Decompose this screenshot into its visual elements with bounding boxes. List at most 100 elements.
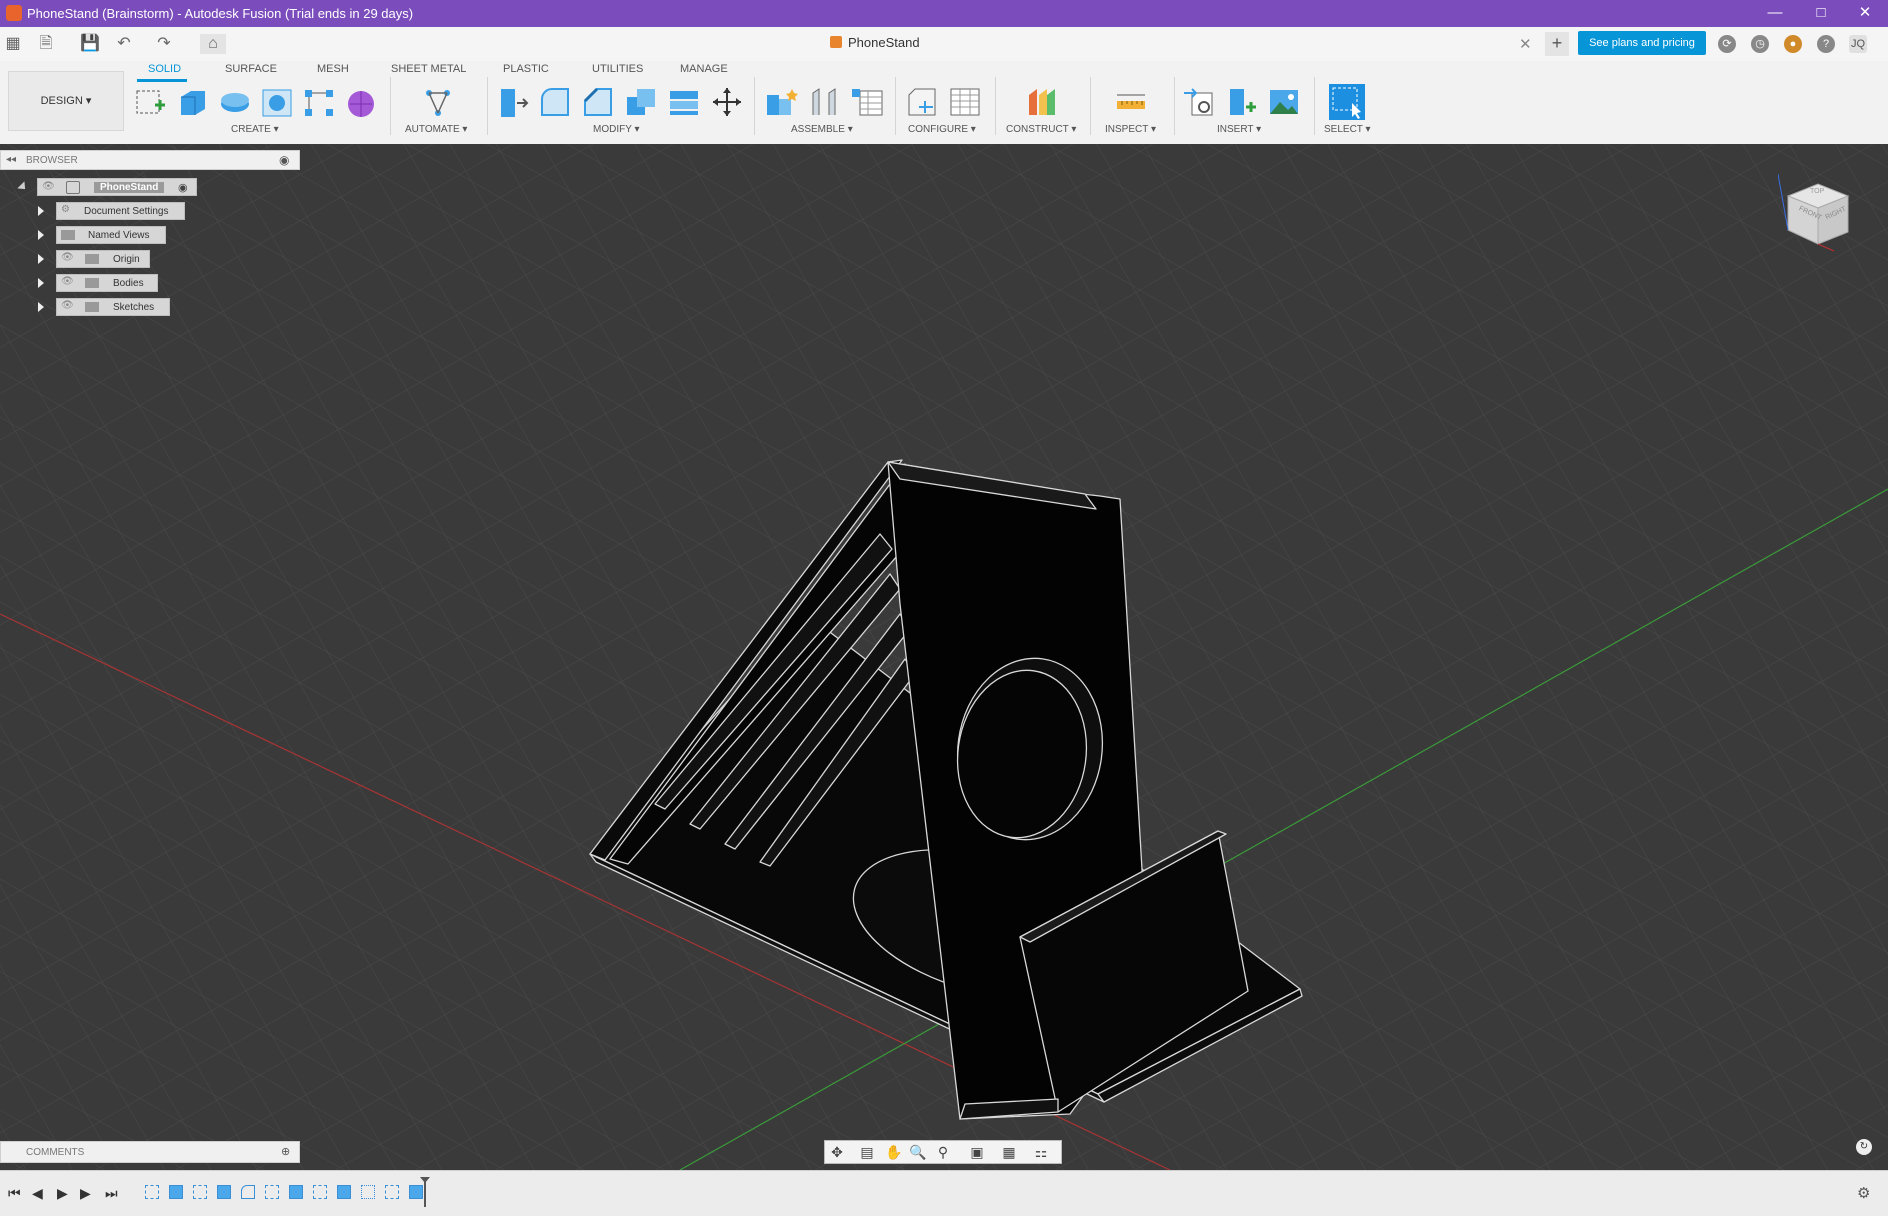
go-to-start-icon[interactable]: ⏮ bbox=[8, 1185, 21, 1202]
extrude-icon[interactable] bbox=[175, 85, 209, 119]
group-inspect-label[interactable]: INSPECT ▾ bbox=[1105, 124, 1156, 135]
group-construct-label[interactable]: CONSTRUCT ▾ bbox=[1006, 124, 1076, 135]
hole-icon[interactable] bbox=[260, 85, 294, 119]
browser-item-origin[interactable]: 👁 Origin bbox=[56, 250, 150, 268]
insert-mcmaster-icon[interactable] bbox=[1224, 85, 1258, 119]
tab-utilities[interactable]: UTILITIES bbox=[592, 63, 643, 75]
press-pull-icon[interactable] bbox=[495, 85, 529, 119]
close-tab-icon[interactable]: ✕ bbox=[1519, 35, 1532, 53]
steering-wheel-icon[interactable]: ↻ bbox=[1856, 1139, 1872, 1155]
move-icon[interactable] bbox=[710, 85, 744, 119]
form-icon[interactable] bbox=[344, 85, 378, 119]
job-status-icon[interactable]: ◷ bbox=[1751, 35, 1769, 53]
browser-item-named-views[interactable]: Named Views bbox=[56, 226, 166, 244]
revolve-icon[interactable] bbox=[218, 85, 252, 119]
expand-icon[interactable] bbox=[38, 230, 44, 240]
maximize-icon[interactable]: □ bbox=[1798, 0, 1844, 27]
joint-icon[interactable] bbox=[807, 85, 841, 119]
see-plans-button[interactable]: See plans and pricing bbox=[1578, 31, 1706, 55]
close-icon[interactable]: ✕ bbox=[1842, 0, 1888, 27]
timeline-extrude-feature[interactable] bbox=[217, 1185, 231, 1199]
grid-icon[interactable]: ▦ bbox=[1001, 1144, 1017, 1160]
home-icon[interactable]: ⌂ bbox=[200, 34, 226, 54]
orbit-icon[interactable]: ✥ bbox=[829, 1144, 845, 1160]
workspace-switcher[interactable]: DESIGN ▾ bbox=[8, 71, 124, 131]
timeline-sketch-feature[interactable] bbox=[265, 1185, 279, 1199]
notifications-icon[interactable]: ● bbox=[1784, 35, 1802, 53]
collapse-browser-icon[interactable]: ◂◂ bbox=[6, 154, 16, 165]
browser-pin-icon[interactable]: ◉ bbox=[279, 153, 289, 167]
tab-manage[interactable]: MANAGE bbox=[680, 63, 728, 75]
go-to-end-icon[interactable]: ⏭ bbox=[105, 1185, 118, 1202]
document-tab[interactable]: PhoneStand bbox=[830, 35, 920, 50]
configuration-table-icon[interactable] bbox=[948, 85, 982, 119]
timeline-extrude-feature[interactable] bbox=[337, 1185, 351, 1199]
activate-radio-icon[interactable]: ◉ bbox=[178, 181, 188, 194]
group-select-label[interactable]: SELECT ▾ bbox=[1324, 124, 1371, 135]
new-component-icon[interactable] bbox=[764, 85, 798, 119]
help-icon[interactable]: ? bbox=[1817, 35, 1835, 53]
fillet-icon[interactable] bbox=[538, 85, 572, 119]
timeline-extrude-feature[interactable] bbox=[289, 1185, 303, 1199]
combine-icon[interactable] bbox=[624, 85, 658, 119]
extensions-icon[interactable]: ⟳ bbox=[1718, 35, 1736, 53]
3d-viewport[interactable]: FRONT RIGHT TOP ↻ bbox=[0, 144, 1888, 1170]
timeline-fillet-feature[interactable] bbox=[241, 1185, 255, 1199]
create-sketch-icon[interactable] bbox=[133, 85, 167, 119]
pattern-icon[interactable] bbox=[302, 85, 336, 119]
zoom-icon[interactable]: 🔍 bbox=[909, 1144, 926, 1160]
group-configure-label[interactable]: CONFIGURE ▾ bbox=[908, 124, 976, 135]
timeline-marker-head[interactable] bbox=[420, 1177, 430, 1183]
offset-plane-icon[interactable] bbox=[1025, 85, 1059, 119]
timeline-marker[interactable] bbox=[424, 1179, 426, 1207]
view-cube[interactable]: FRONT RIGHT TOP bbox=[1777, 166, 1858, 256]
fit-icon[interactable]: ⚲ bbox=[935, 1144, 951, 1160]
group-assemble-label[interactable]: ASSEMBLE ▾ bbox=[791, 124, 853, 135]
shell-icon[interactable] bbox=[667, 85, 701, 119]
viewcube-top-label[interactable]: TOP bbox=[1810, 188, 1824, 195]
browser-item-sketches[interactable]: 👁 Sketches bbox=[56, 298, 170, 316]
group-modify-label[interactable]: MODIFY ▾ bbox=[593, 124, 640, 135]
pan-icon[interactable]: ✋ bbox=[885, 1144, 902, 1160]
redo-icon[interactable]: ↷ bbox=[154, 34, 174, 54]
step-forward-icon[interactable]: ▶ bbox=[80, 1185, 91, 1202]
assembly-table-icon[interactable] bbox=[850, 85, 884, 119]
expand-icon[interactable] bbox=[38, 206, 44, 216]
tab-plastic[interactable]: PLASTIC bbox=[503, 63, 549, 75]
browser-item-document-settings[interactable]: ⚙ Document Settings bbox=[56, 202, 185, 220]
user-avatar[interactable]: JQ bbox=[1849, 35, 1867, 53]
new-tab-button[interactable]: + bbox=[1545, 32, 1569, 56]
expand-icon[interactable] bbox=[38, 302, 44, 312]
configure-icon[interactable] bbox=[905, 85, 939, 119]
group-create-label[interactable]: CREATE ▾ bbox=[231, 124, 279, 135]
minimize-icon[interactable]: — bbox=[1752, 0, 1798, 27]
visibility-eye-icon[interactable]: 👁 bbox=[42, 181, 55, 192]
file-menu-icon[interactable]: 🗎 bbox=[36, 34, 56, 54]
timeline-extrude-feature[interactable] bbox=[169, 1185, 183, 1199]
visibility-eye-icon[interactable]: 👁 bbox=[61, 252, 74, 263]
group-automate-label[interactable]: AUTOMATE ▾ bbox=[405, 124, 467, 135]
add-comment-icon[interactable]: ⊕ bbox=[281, 1145, 290, 1158]
look-at-icon[interactable]: ▤ bbox=[859, 1144, 875, 1160]
timeline-pattern-feature[interactable] bbox=[361, 1185, 375, 1199]
measure-icon[interactable] bbox=[1114, 85, 1148, 119]
save-icon[interactable]: 💾 bbox=[80, 34, 100, 54]
browser-root-item[interactable]: 👁 PhoneStand ◉ bbox=[37, 178, 197, 196]
timeline-sketch-feature[interactable] bbox=[313, 1185, 327, 1199]
visibility-eye-icon[interactable]: 👁 bbox=[61, 276, 74, 287]
display-settings-icon[interactable]: ▣ bbox=[969, 1144, 985, 1160]
visibility-eye-icon[interactable]: 👁 bbox=[61, 300, 74, 311]
tab-surface[interactable]: SURFACE bbox=[225, 63, 277, 75]
select-icon[interactable] bbox=[1328, 83, 1366, 121]
chamfer-icon[interactable] bbox=[581, 85, 615, 119]
expand-icon[interactable] bbox=[38, 278, 44, 288]
play-icon[interactable]: ▶ bbox=[57, 1185, 68, 1202]
undo-icon[interactable]: ↶ bbox=[114, 34, 134, 54]
viewports-icon[interactable]: ⚏ bbox=[1033, 1144, 1049, 1160]
comments-panel[interactable]: COMMENTS ⊕ bbox=[0, 1141, 300, 1163]
timeline-extrude-feature[interactable] bbox=[409, 1185, 423, 1199]
browser-item-bodies[interactable]: 👁 Bodies bbox=[56, 274, 158, 292]
timeline-settings-icon[interactable]: ⚙ bbox=[1857, 1184, 1870, 1202]
tab-solid[interactable]: SOLID bbox=[148, 63, 181, 75]
step-back-icon[interactable]: ◀ bbox=[32, 1185, 43, 1202]
